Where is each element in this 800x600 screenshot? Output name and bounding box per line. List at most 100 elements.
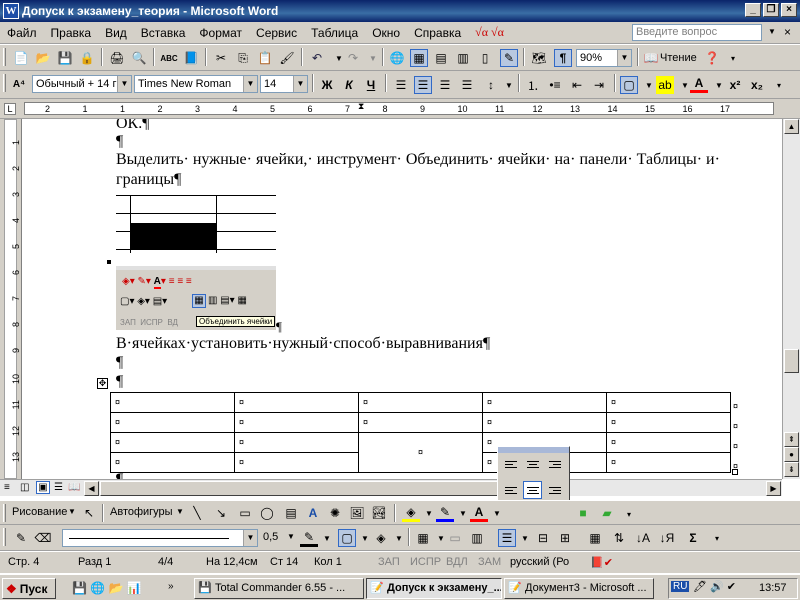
- menu-edit[interactable]: Правка: [44, 26, 99, 40]
- document-area[interactable]: ОК.¶ ¶ Выделить· нужные· ячейки,· инстру…: [22, 119, 782, 479]
- distribute-columns-icon[interactable]: ⊞: [556, 529, 574, 547]
- table-cell[interactable]: ¤: [606, 412, 731, 433]
- draw-table-icon[interactable]: ✎: [12, 529, 30, 547]
- split-cells-tb-icon[interactable]: ▥: [468, 529, 486, 547]
- new-document-icon[interactable]: 📄: [12, 49, 30, 67]
- status-ovr[interactable]: ЗАМ: [478, 556, 501, 568]
- insert-excel-icon[interactable]: ▥: [454, 49, 472, 67]
- bullets-icon[interactable]: •≡: [546, 76, 564, 94]
- textbox-icon[interactable]: ▤: [282, 504, 300, 522]
- empty-paragraph-after-table[interactable]: ¶: [116, 471, 123, 479]
- empty-paragraph[interactable]: ¶: [116, 133, 123, 151]
- style-dropdown-icon[interactable]: ▼: [117, 76, 131, 92]
- print-icon[interactable]: 🖨: [108, 49, 126, 67]
- spelling-status-icon[interactable]: 📕✔: [590, 556, 613, 569]
- line-style-select[interactable]: ▼: [62, 529, 258, 547]
- hyperlink-icon[interactable]: 🌐: [388, 49, 406, 67]
- menu-file[interactable]: Файл: [0, 26, 44, 40]
- help-search-input[interactable]: Введите вопрос: [632, 24, 762, 41]
- save-icon[interactable]: 💾: [56, 49, 74, 67]
- table-cell[interactable]: ¤: [110, 432, 235, 453]
- status-ext[interactable]: ВДЛ: [446, 556, 468, 568]
- help-dropdown-icon[interactable]: ▼: [768, 27, 776, 36]
- autoshapes-menu-button[interactable]: Автофигуры: [110, 506, 173, 518]
- fill-color-icon[interactable]: ◈: [402, 504, 420, 522]
- autoshapes-dropdown-icon[interactable]: ▼: [176, 507, 184, 516]
- indent-marker-icon[interactable]: ⧗: [358, 101, 364, 112]
- line-icon[interactable]: ╲: [188, 504, 206, 522]
- horizontal-scrollbar[interactable]: ≡ ◫ ▣ ☰ 📖 ◀ ▶: [0, 479, 782, 496]
- line-color-icon[interactable]: ✎: [436, 504, 454, 522]
- copy-icon[interactable]: ⎘: [234, 49, 252, 67]
- quick-launch-icons[interactable]: 💾 🌐 📂 📊: [72, 581, 142, 595]
- underline-button[interactable]: Ч: [362, 76, 380, 94]
- scroll-up-icon[interactable]: ▲: [784, 119, 799, 134]
- table-cell[interactable]: ¤: [606, 392, 731, 413]
- oval-icon[interactable]: ◯: [258, 504, 276, 522]
- normal-view-icon[interactable]: ≡: [4, 482, 10, 493]
- cell-alignment-icon[interactable]: ☰: [498, 529, 516, 547]
- doc-close-icon[interactable]: ×: [784, 25, 791, 39]
- spelling-icon[interactable]: ABC: [160, 49, 178, 67]
- table-move-handle-icon[interactable]: ✥: [97, 378, 108, 389]
- drawing-dropdown-icon[interactable]: ▼: [68, 507, 76, 516]
- task-total-commander[interactable]: 💾 Total Commander 6.55 - ...: [194, 578, 364, 599]
- table-cell[interactable]: ¤: [606, 452, 731, 473]
- sort-ascending-icon[interactable]: ↓A: [634, 529, 652, 547]
- scroll-thumb[interactable]: [784, 349, 799, 373]
- border-color-icon[interactable]: ✎: [300, 529, 318, 547]
- font-dropdown-icon[interactable]: ▼: [243, 76, 257, 92]
- undo-icon[interactable]: ↶: [308, 49, 326, 67]
- read-mode-icon[interactable]: 📖: [642, 49, 660, 67]
- table-cell[interactable]: ¤: [606, 432, 731, 453]
- quick-launch-more-icon[interactable]: »: [168, 581, 174, 592]
- web-view-icon[interactable]: ◫: [20, 482, 29, 493]
- table-cell[interactable]: ¤: [110, 412, 235, 433]
- shading-dropdown-icon[interactable]: ▼: [390, 529, 408, 547]
- table-resize-handle-icon[interactable]: [732, 469, 738, 475]
- distribute-rows-icon[interactable]: ⊟: [534, 529, 552, 547]
- table-cell[interactable]: ¤: [358, 412, 483, 433]
- insert-table-tb-icon[interactable]: ▦: [414, 529, 432, 547]
- sort-descending-icon[interactable]: ↓Я: [658, 529, 676, 547]
- table-cell[interactable]: ¤: [110, 452, 235, 473]
- increase-indent-icon[interactable]: ⇥: [590, 76, 608, 94]
- word-app-icon[interactable]: W: [3, 3, 19, 19]
- table-cell[interactable]: ¤: [110, 392, 235, 413]
- bold-button[interactable]: Ж: [318, 76, 336, 94]
- align-top-center-icon[interactable]: [523, 457, 542, 475]
- hscroll-thumb[interactable]: [100, 481, 498, 496]
- shadow-icon[interactable]: ■: [574, 504, 592, 522]
- menu-window[interactable]: Окно: [365, 26, 407, 40]
- empty-paragraph-2[interactable]: ¶: [116, 354, 123, 372]
- table-cell[interactable]: ¤: [482, 412, 607, 433]
- close-button[interactable]: ×: [781, 3, 797, 17]
- align-middle-right-icon[interactable]: [545, 481, 564, 499]
- style-select[interactable]: Обычный + 14 г ▼: [32, 75, 132, 93]
- language-indicator[interactable]: RU: [671, 581, 690, 592]
- drawing-options-icon[interactable]: ▾: [620, 505, 638, 523]
- line-ok[interactable]: ОК.¶: [116, 119, 149, 133]
- help-icon[interactable]: ❓: [703, 49, 721, 67]
- clipart-icon[interactable]: 🖼: [348, 504, 366, 522]
- menu-tools[interactable]: Сервис: [249, 26, 304, 40]
- redo-dropdown-icon[interactable]: ▼: [364, 49, 382, 67]
- print-layout-icon[interactable]: ▣: [36, 481, 50, 494]
- status-trk[interactable]: ИСПР: [410, 556, 441, 568]
- empty-paragraph-3[interactable]: ¶: [116, 373, 123, 391]
- align-top-left-icon[interactable]: [501, 457, 520, 475]
- document-map-icon[interactable]: 🗺: [530, 49, 548, 67]
- align-top-right-icon[interactable]: [545, 457, 564, 475]
- wordart-icon[interactable]: A: [304, 504, 322, 522]
- align-right-icon[interactable]: ☰: [436, 76, 454, 94]
- status-language[interactable]: русский (Ро: [510, 556, 569, 568]
- scroll-left-icon[interactable]: ◀: [84, 481, 99, 496]
- drawing-font-color-icon[interactable]: A: [470, 504, 488, 522]
- justify-icon[interactable]: ☰: [458, 76, 476, 94]
- subscript-button[interactable]: x₂: [748, 76, 766, 94]
- read-mode-label[interactable]: Чтение: [660, 52, 697, 64]
- menu-format[interactable]: Формат: [192, 26, 249, 40]
- palette-title-bar[interactable]: [498, 447, 569, 453]
- font-color-icon[interactable]: A: [690, 75, 708, 93]
- eraser-icon[interactable]: ⌫: [34, 529, 52, 547]
